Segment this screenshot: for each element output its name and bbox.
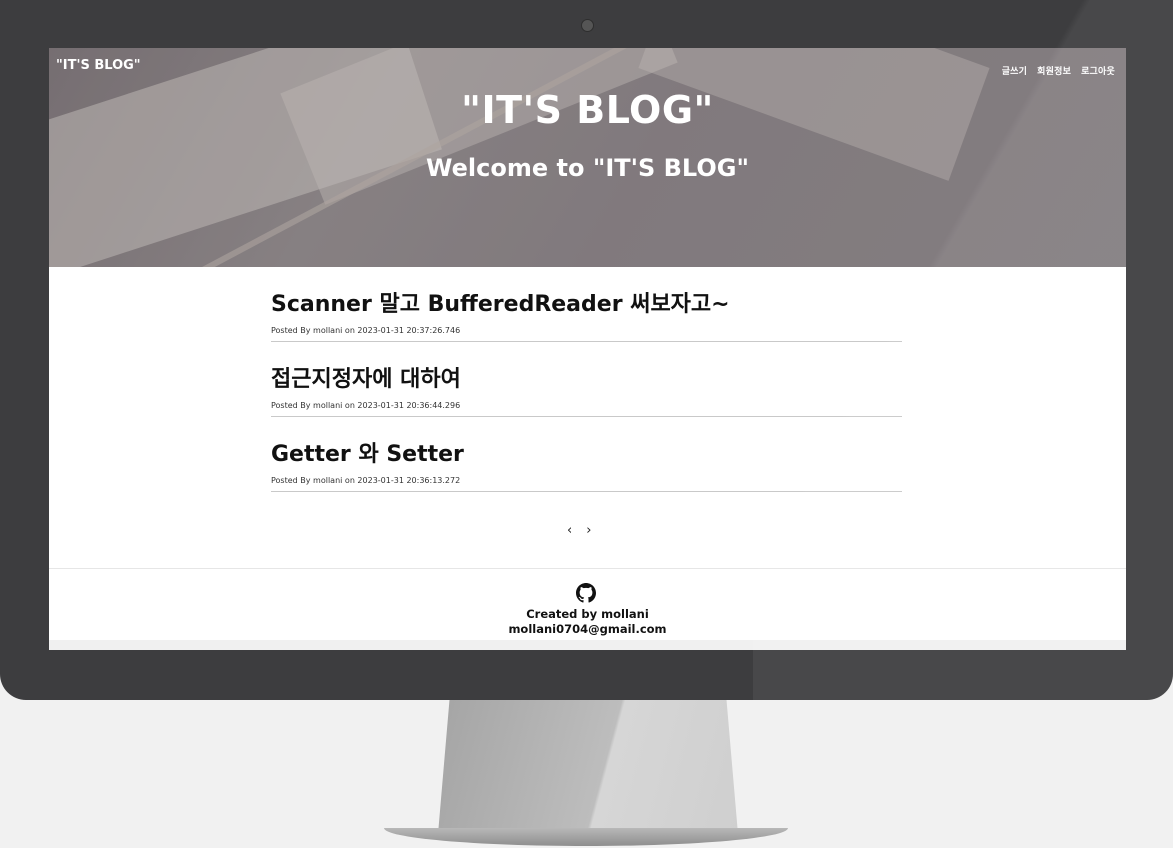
footer-email: mollani0704@gmail.com xyxy=(508,622,667,636)
pagination: ‹ › xyxy=(567,523,591,538)
post-meta: Posted By mollani on 2023-01-31 20:37:26… xyxy=(271,326,461,335)
post-title-link[interactable]: Getter 와 Setter xyxy=(271,436,464,468)
top-nav: 글쓰기 회원정보 로그아웃 xyxy=(1002,64,1115,77)
nav-profile-link[interactable]: 회원정보 xyxy=(1037,64,1071,77)
hero-header: "IT'S BLOG" 글쓰기 회원정보 로그아웃 "IT'S BLOG" We… xyxy=(49,48,1126,267)
post-item[interactable]: 접근지정자에 대하여 Posted By mollani on 2023-01-… xyxy=(271,342,902,417)
nav-logout-link[interactable]: 로그아웃 xyxy=(1081,64,1115,77)
page-title: "IT'S BLOG" xyxy=(461,88,714,132)
post-meta: Posted By mollani on 2023-01-31 20:36:13… xyxy=(271,476,461,485)
monitor-stand-base xyxy=(384,828,788,846)
post-title-link[interactable]: Scanner 말고 BufferedReader 써보자고~ xyxy=(271,286,730,318)
camera-icon xyxy=(581,19,594,32)
github-icon[interactable] xyxy=(576,583,596,603)
footer-credit: Created by mollani xyxy=(526,607,649,621)
nav-write-link[interactable]: 글쓰기 xyxy=(1002,64,1027,77)
post-item[interactable]: Scanner 말고 BufferedReader 써보자고~ Posted B… xyxy=(271,267,902,342)
footer-divider xyxy=(49,568,1126,569)
monitor-frame: "IT'S BLOG" 글쓰기 회원정보 로그아웃 "IT'S BLOG" We… xyxy=(0,0,1173,700)
next-page-button[interactable]: › xyxy=(586,523,591,538)
brand-link[interactable]: "IT'S BLOG" xyxy=(56,58,141,73)
prev-page-button[interactable]: ‹ xyxy=(567,523,572,538)
screen-bezel-strip xyxy=(49,640,1126,650)
post-item[interactable]: Getter 와 Setter Posted By mollani on 202… xyxy=(271,417,902,492)
post-list: Scanner 말고 BufferedReader 써보자고~ Posted B… xyxy=(271,267,902,492)
monitor-stand xyxy=(438,694,738,834)
page-subtitle: Welcome to "IT'S BLOG" xyxy=(426,154,749,182)
browser-screen: "IT'S BLOG" 글쓰기 회원정보 로그아웃 "IT'S BLOG" We… xyxy=(49,48,1126,650)
post-meta: Posted By mollani on 2023-01-31 20:36:44… xyxy=(271,401,461,410)
post-title-link[interactable]: 접근지정자에 대하여 xyxy=(271,361,461,393)
